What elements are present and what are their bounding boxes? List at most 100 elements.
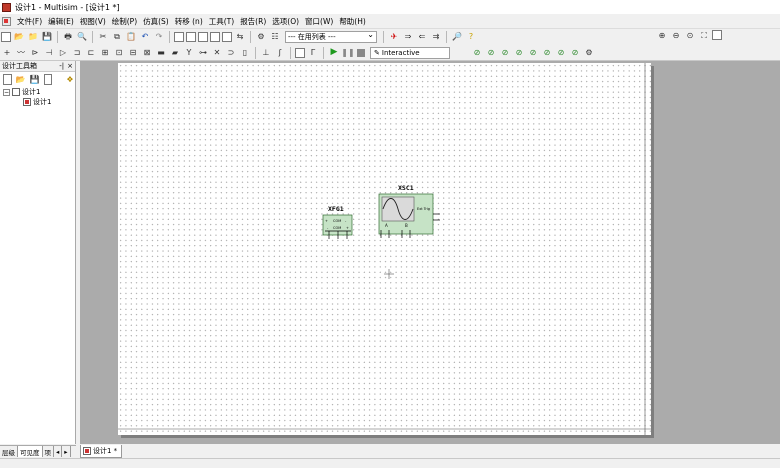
undo-icon[interactable]: ↶ [139, 31, 151, 43]
component-wizard-icon[interactable]: ⚙ [255, 31, 267, 43]
open-sample-icon[interactable]: 📁 [27, 31, 39, 43]
place-ni-icon[interactable]: ✕ [211, 47, 223, 59]
save-sheet-icon[interactable]: 💾 [30, 74, 40, 85]
xfg1-pins[interactable] [325, 230, 351, 239]
place-analog-icon[interactable]: ▷ [57, 47, 69, 59]
probe-voltage-icon[interactable]: ⊘ [471, 47, 483, 59]
place-misc-icon[interactable]: ▬ [155, 47, 167, 59]
print-preview-icon[interactable]: 🔍 [76, 31, 88, 43]
print-icon[interactable]: 🖶 [62, 31, 74, 43]
menu-window[interactable]: 窗口(W) [302, 16, 336, 27]
schematic-sheet[interactable]: XFG1 + COM - - COM + XSC1 Ext Trig A B [118, 63, 651, 435]
menu-transfer[interactable]: 转移 (n) [172, 16, 206, 27]
probe-settings-2-icon[interactable]: ⊘ [569, 47, 581, 59]
layer-settings-icon[interactable]: ❖ [66, 74, 74, 85]
probe-settings-icon[interactable]: ⊘ [555, 47, 567, 59]
place-mcu-icon[interactable]: ▯ [239, 47, 251, 59]
tab-scroll-left[interactable]: ◂ [54, 446, 63, 457]
xfg1-body[interactable] [322, 214, 353, 236]
open-file-icon[interactable]: 📂 [16, 74, 26, 85]
save-icon[interactable]: 💾 [41, 31, 53, 43]
backannotate-icon[interactable]: ⇐ [416, 31, 428, 43]
place-indicator-icon[interactable]: ⊟ [127, 47, 139, 59]
in-use-list-dropdown[interactable]: --- 在用列表 --- [285, 30, 377, 43]
full-screen-icon[interactable] [712, 30, 722, 40]
menu-reports[interactable]: 报告(R) [237, 16, 269, 27]
stop-simulation-icon[interactable] [357, 48, 365, 57]
place-ttl-icon[interactable]: ⊐ [71, 47, 83, 59]
place-diode-icon[interactable]: ⊳ [29, 47, 41, 59]
cut-icon[interactable]: ✂ [97, 31, 109, 43]
tree-item-child[interactable]: 设计1 [3, 97, 75, 107]
place-mixed-icon[interactable]: ⊡ [113, 47, 125, 59]
run-simulation-icon[interactable]: ▶ [328, 47, 340, 59]
menu-edit[interactable]: 编辑(E) [45, 16, 77, 27]
tab-hierarchy[interactable]: 层级 [0, 446, 18, 457]
new-sheet-icon[interactable] [3, 74, 12, 85]
analysis-mode-dropdown[interactable]: ✎ Interactive [370, 46, 450, 59]
place-basic-icon[interactable]: 〰 [15, 47, 27, 59]
probe-digital-icon[interactable]: ⊘ [541, 47, 553, 59]
close-sheet-icon[interactable] [43, 74, 53, 85]
place-transistor-icon[interactable]: ⊣ [43, 47, 55, 59]
menu-help[interactable]: 帮助(H) [336, 16, 369, 27]
redo-icon[interactable]: ↷ [153, 31, 165, 43]
erc-icon[interactable]: ✈ [388, 31, 400, 43]
oscilloscope-xsc1[interactable]: XSC1 Ext Trig A B [378, 184, 440, 238]
place-cmos-icon[interactable]: ⊏ [85, 47, 97, 59]
place-connector-icon[interactable]: ⊃ [225, 47, 237, 59]
place-misc-digital-icon[interactable]: ⊞ [99, 47, 111, 59]
menu-view[interactable]: 视图(V) [77, 16, 109, 27]
probe-current-icon[interactable]: ⊘ [485, 47, 497, 59]
zoom-sheet-icon[interactable]: ⛶ [698, 30, 710, 42]
probe-global-settings-icon[interactable]: ⚙ [583, 47, 595, 59]
place-source-icon[interactable]: + [1, 47, 13, 59]
zoom-in-icon[interactable]: ⊕ [656, 30, 668, 42]
place-rf-icon[interactable]: Y [183, 47, 195, 59]
menu-file[interactable]: 文件(F) [14, 16, 45, 27]
menu-options[interactable]: 选项(O) [269, 16, 302, 27]
place-ladder-icon[interactable] [295, 47, 305, 58]
menu-tools[interactable]: 工具(T) [206, 16, 237, 27]
design-toolbox-icon[interactable] [174, 32, 184, 42]
database-manager-icon[interactable] [198, 32, 208, 42]
tab-project[interactable]: 项 [43, 446, 54, 457]
tab-design1[interactable]: 设计1 * [80, 444, 123, 458]
place-bus-entry-icon[interactable]: Γ [307, 47, 319, 59]
find-examples-icon[interactable]: 🔎 [451, 31, 463, 43]
forward-annotate-icon[interactable]: ⇉ [430, 31, 442, 43]
place-electromechanical-icon[interactable]: ⊶ [197, 47, 209, 59]
tab-scroll-right[interactable]: ▸ [62, 446, 71, 457]
place-advanced-peripherals-icon[interactable]: ▰ [169, 47, 181, 59]
place-power-icon[interactable]: ⊠ [141, 47, 153, 59]
menu-place[interactable]: 绘制(P) [109, 16, 140, 27]
probe-reference-icon[interactable]: ⊘ [527, 47, 539, 59]
paste-icon[interactable]: 📋 [125, 31, 137, 43]
collapse-icon[interactable]: − [3, 88, 10, 96]
tab-visibility[interactable]: 可见度 [18, 446, 43, 457]
grapher-icon[interactable] [210, 32, 220, 42]
pause-simulation-icon[interactable]: ❚❚ [341, 47, 354, 59]
pin-icon[interactable]: -| [59, 62, 64, 70]
open-folder-icon[interactable]: 📂 [13, 31, 25, 43]
zoom-area-icon[interactable]: ⊙ [684, 30, 696, 42]
transfer-to-ultiboard-icon[interactable]: ⇒ [402, 31, 414, 43]
schematic-canvas[interactable]: XFG1 + COM - - COM + XSC1 Ext Trig A B [118, 63, 651, 435]
function-generator-xfg1[interactable]: XFG1 + COM - - COM + [322, 205, 353, 239]
copy-icon[interactable]: ⧉ [111, 31, 123, 43]
probe-power-icon[interactable]: ⊘ [499, 47, 511, 59]
tree-item-root[interactable]: − 设计1 [3, 87, 75, 97]
close-icon[interactable]: × [67, 62, 73, 70]
menu-simulate[interactable]: 仿真(S) [140, 16, 172, 27]
probe-differential-icon[interactable]: ⊘ [513, 47, 525, 59]
zoom-out-icon[interactable]: ⊖ [670, 30, 682, 42]
place-hierarchical-block-icon[interactable]: ⊥ [260, 47, 272, 59]
place-bus-icon[interactable]: ʃ [274, 47, 286, 59]
database-icon[interactable]: ☷ [269, 31, 281, 43]
netlist-icon[interactable]: ⇆ [234, 31, 246, 43]
postprocessor-icon[interactable] [222, 32, 232, 42]
help-icon[interactable]: ? [465, 31, 477, 43]
new-icon[interactable] [1, 32, 11, 42]
spreadsheet-icon[interactable] [186, 32, 196, 42]
document-icon[interactable] [2, 16, 11, 26]
